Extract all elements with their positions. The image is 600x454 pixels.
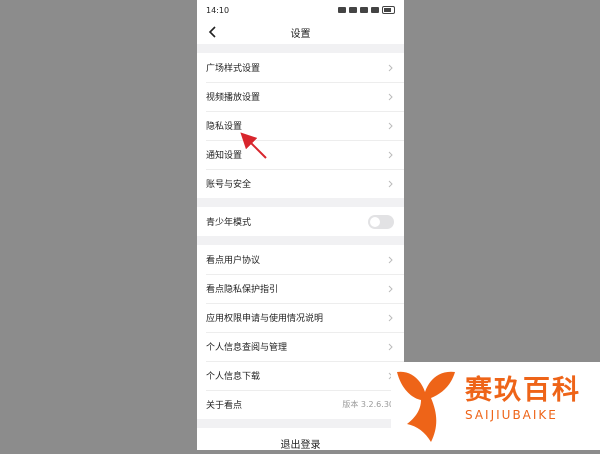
whale-tail-logo-icon — [397, 371, 455, 442]
watermark-title: 赛玖百科 — [465, 375, 581, 406]
watermark-subtitle: SAIJIUBAIKE — [465, 408, 558, 422]
watermark: 赛玖百科 SAIJIUBAIKE — [391, 362, 600, 450]
